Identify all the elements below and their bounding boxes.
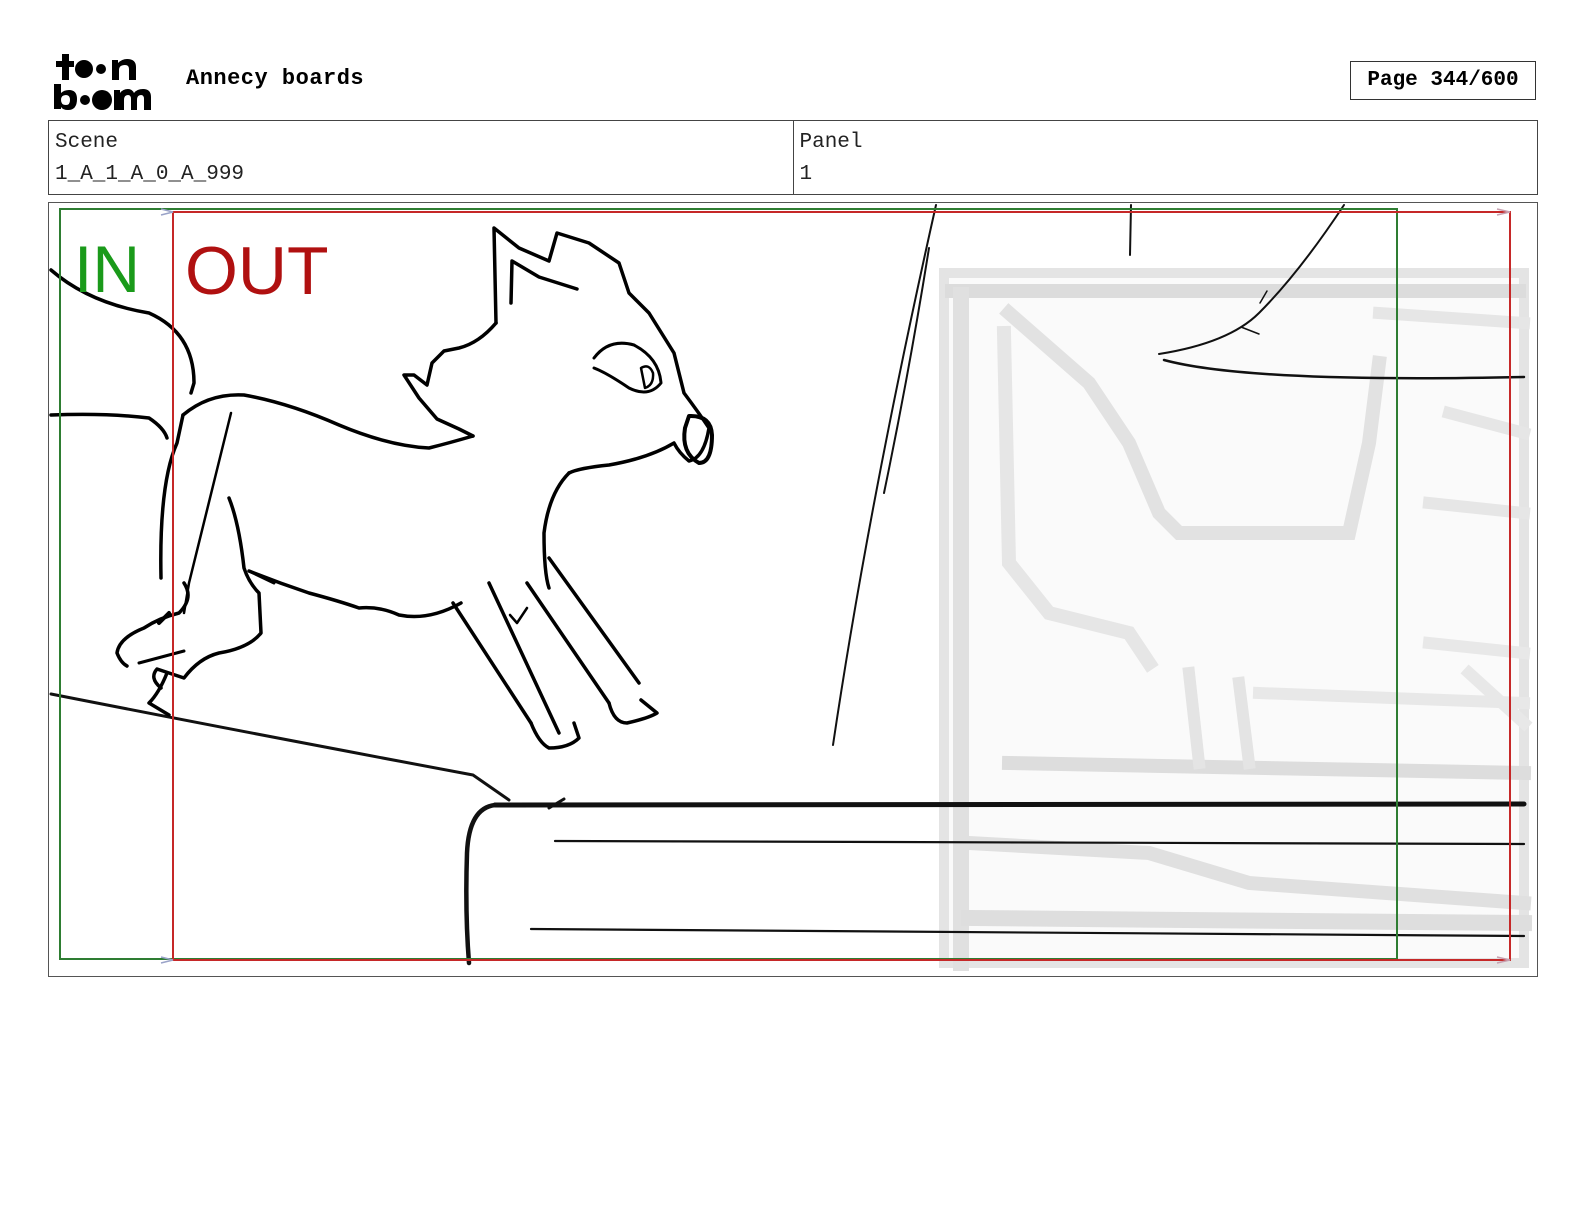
toon-boom-logo-mark — [54, 54, 151, 110]
page-indicator: Page 344/600 — [1350, 61, 1536, 100]
scene-label: Scene — [55, 131, 119, 154]
scene-value: 1_A_1_A_0_A_999 — [55, 163, 245, 186]
panel-value: 1 — [799, 163, 813, 186]
toon-boom-logo — [52, 52, 164, 112]
out-label: OUT — [185, 233, 329, 309]
background-window-sketch — [939, 268, 1533, 971]
panel-label: Panel — [799, 131, 863, 154]
scene-cell: Scene 1_A_1_A_0_A_999 — [49, 121, 793, 194]
cat-sketch — [49, 226, 714, 750]
storyboard-panel: IN OUT — [48, 202, 1538, 977]
scene-panel-table: Scene 1_A_1_A_0_A_999 Panel 1 — [48, 120, 1538, 195]
in-label: IN — [74, 232, 140, 306]
panel-cell: Panel 1 — [792, 121, 1538, 194]
panel-drawing: IN OUT — [49, 204, 1533, 971]
document-title: Annecy boards — [186, 66, 365, 91]
